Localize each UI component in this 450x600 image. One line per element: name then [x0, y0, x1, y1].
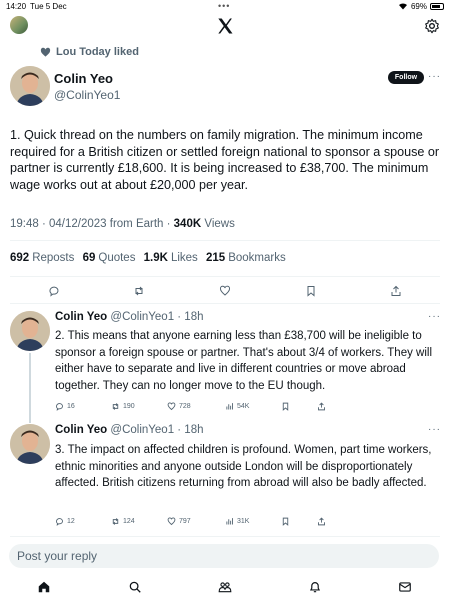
repost-icon[interactable] — [133, 285, 145, 297]
reply-icon — [56, 403, 63, 411]
share-icon[interactable] — [317, 402, 326, 411]
reply-author-name[interactable]: Colin Yeo — [55, 424, 107, 436]
more-options-icon[interactable]: ··· — [428, 424, 441, 435]
reply-text: 2. This means that anyone earning less t… — [55, 330, 433, 392]
like-icon[interactable] — [219, 285, 231, 297]
like-icon — [167, 402, 176, 411]
status-date: Tue 5 Dec — [30, 1, 67, 11]
repost-count-button[interactable]: 124 — [111, 517, 135, 526]
divider — [10, 276, 440, 277]
likes-stat[interactable]: 1.9K Likes — [144, 252, 198, 264]
x-logo-icon[interactable] — [215, 16, 235, 36]
reply-author-name[interactable]: Colin Yeo — [55, 311, 107, 323]
search-icon[interactable] — [128, 580, 142, 594]
share-icon[interactable] — [317, 517, 326, 526]
bookmarks-stat[interactable]: 215 Bookmarks — [206, 252, 286, 264]
reply-handle-time[interactable]: @ColinYeo1 · 18h — [110, 424, 203, 436]
divider — [10, 536, 440, 537]
author-avatar[interactable] — [10, 66, 50, 106]
views-count-button[interactable]: 31K — [225, 517, 249, 526]
reply-header: Colin Yeo @ColinYeo1 · 18h — [55, 311, 204, 323]
heart-icon — [40, 47, 51, 57]
battery-icon — [430, 2, 444, 10]
reposts-stat[interactable]: 692 Reposts — [10, 252, 74, 264]
tweet-timestamp[interactable]: 19:48 · 04/12/2023 from Earth · — [10, 218, 174, 230]
engagement-stats: 692 Reposts 69 Quotes 1.9K Likes 215 Bookmar… — [10, 252, 291, 264]
reply-author-avatar[interactable] — [10, 424, 50, 464]
share-icon[interactable] — [390, 285, 402, 297]
reply-handle-time[interactable]: @ColinYeo1 · 18h — [110, 311, 203, 323]
repost-count-button[interactable]: 190 — [111, 402, 135, 411]
reply-icon[interactable] — [48, 285, 60, 297]
analytics-icon — [226, 518, 233, 525]
bottom-nav — [0, 574, 450, 600]
like-count-button[interactable]: 728 — [167, 402, 191, 411]
like-icon — [167, 517, 176, 526]
repost-icon — [112, 403, 119, 410]
divider — [10, 240, 440, 241]
home-icon[interactable] — [37, 580, 51, 594]
reply-author-avatar[interactable] — [10, 311, 50, 351]
bookmark-icon[interactable] — [281, 517, 290, 526]
multitask-dots-icon[interactable]: ••• — [218, 1, 230, 11]
like-count-button[interactable]: 797 — [167, 517, 191, 526]
views-count: 340K — [173, 218, 202, 230]
views-count-button[interactable]: 54K — [225, 402, 249, 411]
more-options-icon[interactable]: ··· — [428, 311, 441, 322]
reply-count-button[interactable]: 16 — [55, 402, 75, 411]
views-label: Views — [201, 218, 235, 230]
reply-header: Colin Yeo @ColinYeo1 · 18h — [55, 424, 204, 436]
tweet-text: 1. Quick thread on the numbers on family… — [10, 128, 440, 192]
quotes-stat[interactable]: 69 Quotes — [83, 252, 136, 264]
wifi-icon — [398, 3, 407, 10]
top-nav — [0, 14, 450, 38]
author-handle[interactable]: @ColinYeo1 — [54, 88, 120, 102]
more-options-icon[interactable]: ··· — [428, 71, 441, 82]
profile-avatar[interactable] — [10, 16, 28, 34]
tweet-meta: 19:48 · 04/12/2023 from Earth · 340K Vie… — [10, 218, 235, 230]
reply-icon — [56, 518, 63, 526]
reply-input[interactable]: Post your reply — [9, 544, 439, 568]
reply-count-button[interactable]: 12 — [55, 517, 75, 526]
follow-button[interactable]: Follow — [388, 71, 424, 84]
reply-text: 3. The impact on affected children is pr… — [55, 444, 432, 489]
envelope-icon[interactable] — [398, 580, 412, 594]
bell-icon[interactable] — [308, 580, 322, 594]
reply-placeholder: Post your reply — [17, 549, 98, 563]
battery-percent: 69% — [410, 1, 427, 11]
analytics-icon — [226, 403, 233, 410]
people-icon[interactable] — [218, 580, 232, 594]
bookmark-icon[interactable] — [281, 402, 290, 411]
repost-icon — [112, 518, 119, 525]
liked-by-text: Lou Today liked — [56, 46, 139, 58]
author-name[interactable]: Colin Yeo — [54, 71, 113, 86]
status-time: 14:20 — [6, 1, 27, 11]
social-context[interactable]: Lou Today liked — [40, 46, 139, 58]
bookmark-icon[interactable] — [305, 285, 317, 297]
thread-connector — [29, 353, 31, 423]
gear-icon[interactable] — [424, 18, 440, 34]
divider — [10, 303, 440, 304]
